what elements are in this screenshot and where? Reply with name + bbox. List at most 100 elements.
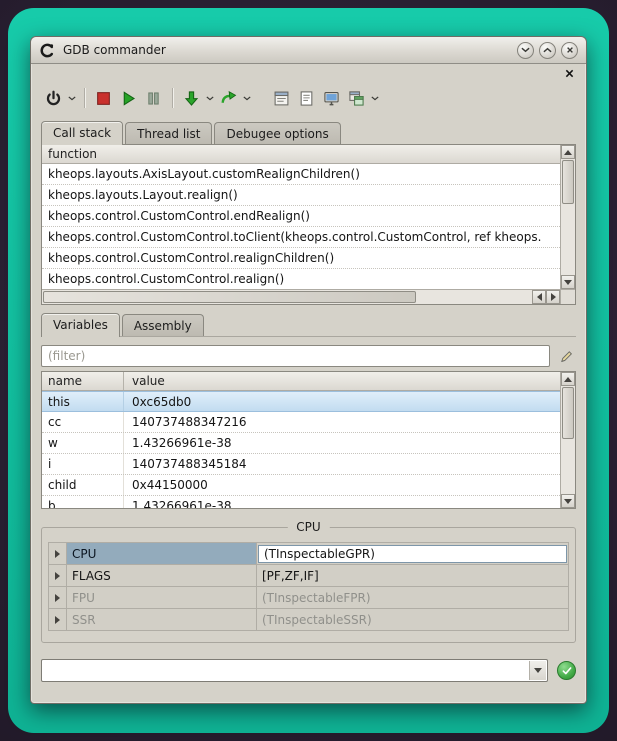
- variable-value: 1.43266961e-38: [124, 436, 560, 450]
- horizontal-scrollbar[interactable]: [42, 289, 560, 304]
- step-into-icon: [183, 90, 200, 107]
- vertical-scrollbar[interactable]: [560, 145, 575, 289]
- tab-assembly[interactable]: Assembly: [122, 314, 204, 336]
- cpu-row-name[interactable]: CPU: [67, 543, 257, 565]
- variable-row[interactable]: child 0x44150000: [42, 475, 560, 496]
- command-combobox[interactable]: [41, 659, 548, 682]
- scroll-up-button[interactable]: [561, 372, 575, 386]
- expander-flags[interactable]: [49, 565, 67, 587]
- variable-row[interactable]: this 0xc65db0: [42, 391, 560, 412]
- step-over-dropdown-button[interactable]: [241, 86, 253, 110]
- step-into-dropdown-button[interactable]: [204, 86, 216, 110]
- maximize-button[interactable]: [539, 42, 556, 59]
- source-editor-icon: [273, 90, 290, 107]
- cpu-row-value[interactable]: (TInspectableSSR): [257, 609, 569, 631]
- panel-close-button[interactable]: [562, 67, 576, 81]
- dropdown-chevron-icon: [206, 96, 214, 101]
- callstack-row[interactable]: kheops.control.CustomControl.toClient(kh…: [42, 227, 560, 248]
- cpu-row-name[interactable]: FPU: [67, 587, 257, 609]
- tab-debugee-options[interactable]: Debugee options: [214, 122, 340, 144]
- callstack-list: kheops.layouts.AxisLayout.customRealignC…: [42, 164, 560, 289]
- expander-ssr[interactable]: [49, 609, 67, 631]
- scroll-up-button[interactable]: [561, 145, 575, 159]
- scroll-down-icon: [564, 280, 572, 285]
- windows-button[interactable]: [344, 85, 369, 111]
- gdb-commander-window: GDB commander: [30, 36, 587, 704]
- callstack-row[interactable]: kheops.control.CustomControl.endRealign(…: [42, 206, 560, 227]
- debug-toolbar: [41, 83, 576, 113]
- cpu-row-value[interactable]: [PF,ZF,IF]: [257, 565, 569, 587]
- check-icon: [562, 667, 572, 675]
- variable-name: w: [42, 433, 124, 453]
- scroll-right-button[interactable]: [546, 290, 560, 304]
- cpu-row-name[interactable]: SSR: [67, 609, 257, 631]
- filter-input[interactable]: [41, 345, 550, 367]
- titlebar-buttons: [517, 42, 578, 59]
- power-button[interactable]: [41, 85, 66, 111]
- windows-dropdown-button[interactable]: [369, 86, 381, 110]
- callstack-tabbar: Call stack Thread list Debugee options: [41, 121, 576, 145]
- column-header-value: value: [124, 372, 560, 390]
- callstack-row[interactable]: kheops.layouts.Layout.realign(): [42, 185, 560, 206]
- expander-cpu[interactable]: [49, 543, 67, 565]
- variables-panel: name value this 0xc65db0 cc 140737488347…: [41, 371, 576, 509]
- stop-button[interactable]: [91, 85, 116, 111]
- pause-button[interactable]: [141, 85, 166, 111]
- messages-button[interactable]: [294, 85, 319, 111]
- dropdown-arrow-icon: [534, 668, 542, 673]
- dropdown-chevron-icon: [243, 96, 251, 101]
- minimize-button[interactable]: [517, 42, 534, 59]
- tab-thread-list[interactable]: Thread list: [125, 122, 212, 144]
- cpu-groupbox: CPU CPU (TInspectableGPR) FLAGS [PF,ZF,I…: [41, 527, 576, 643]
- variable-name: this: [42, 392, 124, 411]
- scrollbar-thumb[interactable]: [562, 160, 574, 204]
- variable-row[interactable]: b 1.43266961e-38: [42, 496, 560, 508]
- scrollbar-thumb[interactable]: [562, 387, 574, 439]
- callstack-row[interactable]: kheops.control.CustomControl.realign(): [42, 269, 560, 289]
- step-over-button[interactable]: [216, 85, 241, 111]
- variable-name: child: [42, 475, 124, 495]
- cpu-monitor-button[interactable]: [319, 85, 344, 111]
- scroll-left-button[interactable]: [532, 290, 546, 304]
- filter-options-button[interactable]: [556, 346, 576, 366]
- combo-dropdown-button[interactable]: [529, 661, 546, 680]
- vertical-scrollbar[interactable]: [560, 372, 575, 508]
- close-button[interactable]: [561, 42, 578, 59]
- variable-row[interactable]: cc 140737488347216: [42, 412, 560, 433]
- variable-value: 140737488347216: [124, 415, 560, 429]
- cpu-value-input[interactable]: (TInspectableGPR): [258, 545, 567, 563]
- run-icon: [120, 90, 137, 107]
- step-into-button[interactable]: [179, 85, 204, 111]
- variable-row[interactable]: i 140737488345184: [42, 454, 560, 475]
- callstack-row[interactable]: kheops.layouts.AxisLayout.customRealignC…: [42, 164, 560, 185]
- variable-value: 0x44150000: [124, 478, 560, 492]
- expander-fpu[interactable]: [49, 587, 67, 609]
- scroll-up-icon: [564, 377, 572, 382]
- scroll-right-icon: [551, 293, 556, 301]
- cpu-row-value[interactable]: (TInspectableFPR): [257, 587, 569, 609]
- close-icon: [566, 46, 574, 54]
- toolbar-separator: [172, 88, 173, 108]
- tab-variables[interactable]: Variables: [41, 313, 120, 337]
- command-bar: [41, 659, 576, 682]
- callstack-column-header: function: [42, 145, 560, 164]
- tab-call-stack[interactable]: Call stack: [41, 121, 123, 145]
- chevron-right-icon: [55, 550, 60, 558]
- scroll-down-icon: [564, 499, 572, 504]
- chevron-right-icon: [55, 572, 60, 580]
- command-input[interactable]: [45, 661, 526, 680]
- source-editor-button[interactable]: [269, 85, 294, 111]
- variable-row[interactable]: w 1.43266961e-38: [42, 433, 560, 454]
- dropdown-chevron-icon: [371, 96, 379, 101]
- run-button[interactable]: [116, 85, 141, 111]
- app-icon[interactable]: [39, 42, 56, 59]
- stop-icon: [95, 90, 112, 107]
- scrollbar-thumb[interactable]: [43, 291, 416, 303]
- cpu-row-name[interactable]: FLAGS: [67, 565, 257, 587]
- titlebar[interactable]: GDB commander: [31, 37, 586, 64]
- callstack-row[interactable]: kheops.control.CustomControl.realignChil…: [42, 248, 560, 269]
- scroll-down-button[interactable]: [561, 275, 575, 289]
- power-dropdown-button[interactable]: [66, 86, 78, 110]
- execute-ok-button[interactable]: [557, 661, 576, 680]
- scroll-down-button[interactable]: [561, 494, 575, 508]
